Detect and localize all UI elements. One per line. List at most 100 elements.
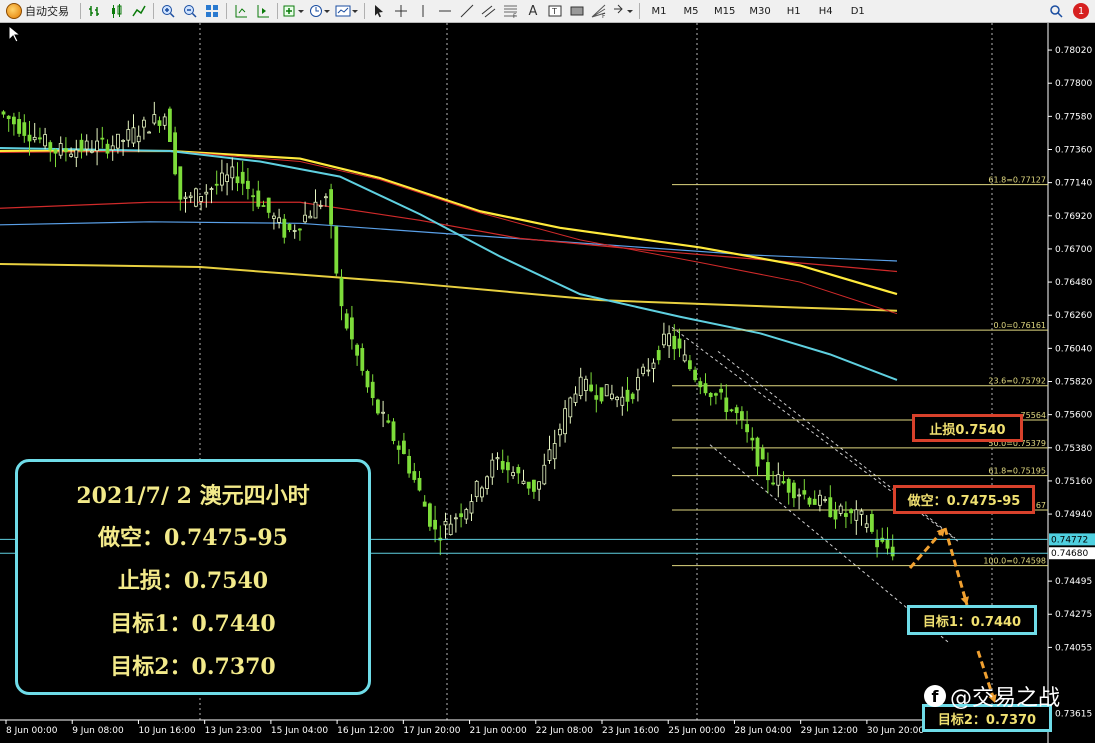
timeframe-h1[interactable]: H1 xyxy=(780,2,808,20)
svg-text:F: F xyxy=(602,13,606,18)
indicators-icon[interactable] xyxy=(283,2,305,20)
timeframe-m5[interactable]: M5 xyxy=(677,2,705,20)
candle-body xyxy=(828,497,833,518)
candle-body xyxy=(188,195,193,198)
candle-body xyxy=(792,482,796,499)
x-tick-label: 30 Jun 20:00 xyxy=(867,726,924,736)
candle-body xyxy=(126,129,131,141)
candle-body xyxy=(859,510,864,515)
trendline-icon[interactable] xyxy=(458,2,476,20)
main-toolbar: 自动交易 F A T F M1 M5 M15 M30 H1 H4 D1 1 xyxy=(0,0,1095,23)
candle-body xyxy=(53,149,58,154)
candle-body xyxy=(630,393,635,400)
text-label-icon[interactable]: T xyxy=(546,2,564,20)
auto-trade-label: 自动交易 xyxy=(25,5,69,18)
candle-body xyxy=(833,510,838,520)
candle-body xyxy=(568,397,573,418)
zoom-in-icon[interactable] xyxy=(159,2,177,20)
ma-blue-line xyxy=(0,221,898,262)
arrows-icon[interactable] xyxy=(612,2,634,20)
templates-icon[interactable] xyxy=(335,2,359,20)
candle-body xyxy=(375,399,380,414)
candle-body xyxy=(199,196,204,202)
candle-body xyxy=(838,505,843,514)
candle-body xyxy=(292,230,297,232)
x-tick-label: 8 Jun 00:00 xyxy=(6,726,58,736)
candle-body xyxy=(547,449,552,461)
candle-body xyxy=(64,148,68,152)
text-icon[interactable]: A xyxy=(524,2,542,20)
candle-body xyxy=(116,133,120,149)
rectangle-icon[interactable] xyxy=(568,2,586,20)
autoscroll-icon[interactable] xyxy=(254,2,272,20)
candlestick-chart-icon[interactable] xyxy=(108,2,126,20)
timeframe-m30[interactable]: M30 xyxy=(744,2,775,20)
candle-body xyxy=(141,119,146,128)
candle-body xyxy=(604,384,609,397)
trade-plan-box: 2021/7/ 2 澳元四小时 做空：0.7475-95 止损：0.7540 目… xyxy=(15,459,371,695)
x-tick-label: 16 Jun 12:00 xyxy=(337,726,394,736)
candle-body xyxy=(776,474,781,486)
timeframe-m15[interactable]: M15 xyxy=(709,2,740,20)
search-icon[interactable] xyxy=(1047,2,1065,20)
bar-chart-icon[interactable] xyxy=(86,2,104,20)
candle-body xyxy=(173,132,178,175)
equidistant-channel-icon[interactable] xyxy=(480,2,498,20)
zoom-out-icon[interactable] xyxy=(181,2,199,20)
candle-body xyxy=(48,142,53,151)
crosshair-icon[interactable] xyxy=(392,2,410,20)
candle-body xyxy=(235,176,240,184)
y-tick-label: 0.75380 xyxy=(1055,444,1092,454)
auto-trade-button[interactable]: 自动交易 xyxy=(2,2,75,20)
tile-windows-icon[interactable] xyxy=(203,2,221,20)
timeframe-m1[interactable]: M1 xyxy=(645,2,673,20)
candle-body xyxy=(386,420,391,423)
candle-body xyxy=(526,481,531,489)
candle-body xyxy=(641,366,645,375)
candle-body xyxy=(448,523,453,536)
vertical-line-icon[interactable] xyxy=(414,2,432,20)
cursor-icon[interactable] xyxy=(370,2,388,20)
candle-body xyxy=(17,119,22,134)
candle-body xyxy=(433,519,438,530)
candle-body xyxy=(636,377,640,391)
candle-body xyxy=(391,421,396,442)
candle-body xyxy=(469,501,474,514)
line-chart-icon[interactable] xyxy=(130,2,148,20)
trade-plan-stop: 止损：0.7540 xyxy=(117,568,269,594)
timeframe-d1[interactable]: D1 xyxy=(844,2,872,20)
x-tick-label: 9 Jun 08:00 xyxy=(72,726,124,736)
y-tick-label: 0.73615 xyxy=(1055,710,1092,720)
notification-badge[interactable]: 1 xyxy=(1073,3,1089,19)
y-tick-label: 0.77580 xyxy=(1055,112,1092,122)
candle-body xyxy=(802,490,807,495)
candle-body xyxy=(204,191,209,195)
candle-body xyxy=(532,479,536,492)
periods-icon[interactable] xyxy=(309,2,331,20)
candle-body xyxy=(542,464,547,485)
candle-body xyxy=(105,143,110,154)
y-tick-label: 0.74055 xyxy=(1055,643,1092,653)
y-tick-label: 0.76480 xyxy=(1055,278,1092,288)
timeframe-h4[interactable]: H4 xyxy=(812,2,840,20)
candle-body xyxy=(209,188,214,191)
toolbar-right: 1 xyxy=(1045,2,1095,20)
y-tick-label: 0.76040 xyxy=(1055,344,1092,354)
x-tick-label: 23 Jun 16:00 xyxy=(602,726,659,736)
candle-body xyxy=(381,411,386,414)
candle-body xyxy=(355,344,360,356)
fibonacci-icon[interactable]: F xyxy=(502,2,520,20)
horizontal-line-icon[interactable] xyxy=(436,2,454,20)
candle-body xyxy=(474,480,479,498)
candle-body xyxy=(651,362,656,369)
candle-body xyxy=(334,226,339,274)
y-tick-label: 0.75600 xyxy=(1055,411,1092,421)
candle-body xyxy=(422,501,427,507)
fibo-fan-icon[interactable]: F xyxy=(590,2,608,20)
candle-body xyxy=(38,137,42,140)
candle-body xyxy=(230,166,235,179)
candle-body xyxy=(427,503,432,527)
chart-shift-icon[interactable] xyxy=(232,2,250,20)
candle-body xyxy=(58,143,63,156)
toolbar-separator xyxy=(153,3,154,19)
